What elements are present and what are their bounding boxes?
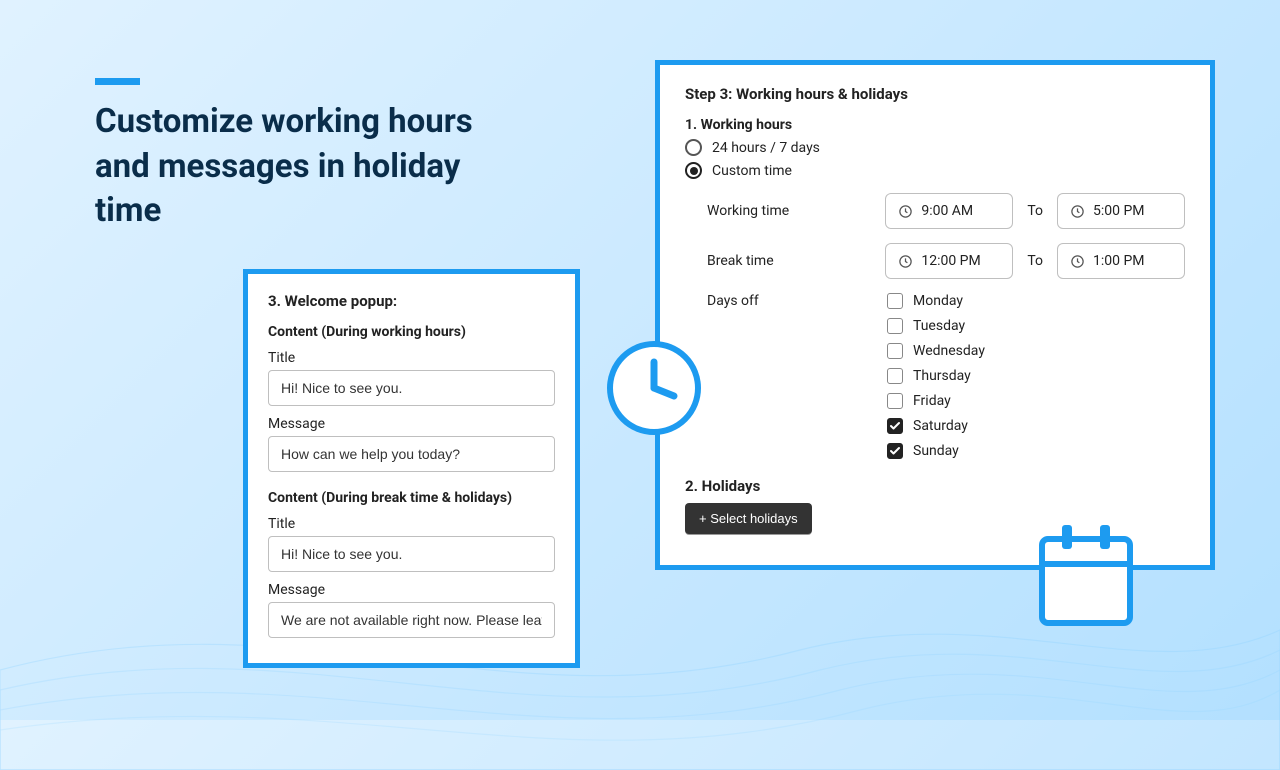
day-off-thursday[interactable]: Thursday [887, 368, 985, 384]
break-time-start-value: 12:00 PM [921, 253, 980, 269]
working-title-label: Title [268, 350, 555, 366]
page-headline: Customize working hours and messages in … [95, 100, 525, 234]
working-time-start-input[interactable]: 9:00 AM [885, 193, 1013, 229]
break-message-input[interactable] [268, 602, 555, 638]
working-hours-subhead: 1. Working hours [685, 117, 1185, 133]
clock-icon [1070, 204, 1085, 219]
break-time-end-input[interactable]: 1:00 PM [1057, 243, 1185, 279]
working-time-label: Working time [707, 203, 885, 219]
working-time-end-input[interactable]: 5:00 PM [1057, 193, 1185, 229]
day-label: Thursday [913, 368, 971, 384]
break-time-end-value: 1:00 PM [1093, 253, 1145, 269]
day-label: Friday [913, 393, 951, 409]
checkbox[interactable] [887, 418, 903, 434]
break-time-label: Break time [707, 253, 885, 269]
working-message-input[interactable] [268, 436, 555, 472]
day-off-monday[interactable]: Monday [887, 293, 985, 309]
checkbox[interactable] [887, 368, 903, 384]
day-off-friday[interactable]: Friday [887, 393, 985, 409]
headline-block: Customize working hours and messages in … [95, 78, 525, 234]
days-off-block: Days off Monday Tuesday Wednesday Thursday F… [707, 293, 1185, 459]
accent-bar [95, 78, 140, 85]
radio-custom-time[interactable] [685, 162, 702, 179]
day-label: Saturday [913, 418, 968, 434]
day-off-tuesday[interactable]: Tuesday [887, 318, 985, 334]
to-label: To [1027, 203, 1043, 219]
break-content-label: Content (During break time & holidays) [268, 490, 555, 506]
checkbox[interactable] [887, 293, 903, 309]
working-time-end-value: 5:00 PM [1093, 203, 1145, 219]
working-message-label: Message [268, 416, 555, 432]
break-time-start-input[interactable]: 12:00 PM [885, 243, 1013, 279]
working-hours-card: Step 3: Working hours & holidays 1. Work… [655, 60, 1215, 570]
days-off-list: Monday Tuesday Wednesday Thursday Friday Satu… [887, 293, 985, 459]
welcome-popup-card: 3. Welcome popup: Content (During workin… [243, 269, 580, 668]
radio-custom-label: Custom time [712, 163, 792, 179]
working-time-start-value: 9:00 AM [921, 203, 973, 219]
days-off-label: Days off [707, 293, 887, 459]
day-off-sunday[interactable]: Sunday [887, 443, 985, 459]
select-holidays-button[interactable]: + Select holidays [685, 503, 812, 534]
break-message-label: Message [268, 582, 555, 598]
clock-icon [1070, 254, 1085, 269]
clock-icon [898, 204, 913, 219]
checkbox[interactable] [887, 318, 903, 334]
day-label: Tuesday [913, 318, 965, 334]
day-label: Monday [913, 293, 963, 309]
working-content-label: Content (During working hours) [268, 324, 555, 340]
to-label-2: To [1027, 253, 1043, 269]
radio-24-7-label: 24 hours / 7 days [712, 140, 820, 156]
welcome-popup-heading: 3. Welcome popup: [268, 292, 555, 310]
working-title-input[interactable] [268, 370, 555, 406]
radio-24-7[interactable] [685, 139, 702, 156]
clock-icon [898, 254, 913, 269]
break-time-row: Break time 12:00 PM To 1:00 PM [707, 243, 1185, 279]
day-off-wednesday[interactable]: Wednesday [887, 343, 985, 359]
checkbox[interactable] [887, 443, 903, 459]
calendar-decor-icon [1036, 521, 1136, 629]
checkbox[interactable] [887, 343, 903, 359]
checkbox[interactable] [887, 393, 903, 409]
break-title-label: Title [268, 516, 555, 532]
step-heading: Step 3: Working hours & holidays [685, 85, 1185, 103]
holidays-heading: 2. Holidays [685, 477, 1185, 495]
radio-24-7-row[interactable]: 24 hours / 7 days [685, 139, 1185, 156]
radio-custom-row[interactable]: Custom time [685, 162, 1185, 179]
day-label: Sunday [913, 443, 959, 459]
day-off-saturday[interactable]: Saturday [887, 418, 985, 434]
working-time-row: Working time 9:00 AM To 5:00 PM [707, 193, 1185, 229]
break-title-input[interactable] [268, 536, 555, 572]
clock-decor-icon [604, 338, 704, 438]
day-label: Wednesday [913, 343, 985, 359]
